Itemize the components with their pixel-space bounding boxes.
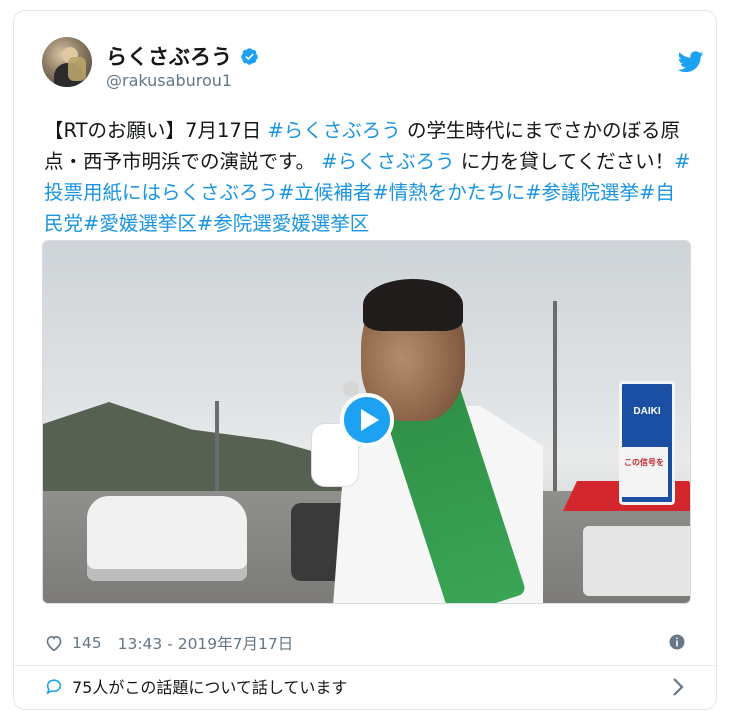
hashtag-link[interactable]: #らくさぶろう — [321, 150, 454, 173]
truck — [583, 526, 690, 596]
info-icon[interactable] — [668, 633, 686, 651]
utility-pole — [553, 301, 557, 511]
white-car — [87, 496, 247, 581]
display-name[interactable]: らくさぶろう — [106, 41, 259, 71]
reply-bubble-icon — [46, 678, 62, 694]
verified-badge-icon — [241, 47, 258, 65]
avatar[interactable] — [42, 37, 92, 87]
hashtag-link[interactable]: #愛媛選挙区 — [83, 212, 197, 235]
replies-text[interactable]: 75人がこの話題について話しています — [72, 674, 347, 698]
heart-icon[interactable] — [44, 634, 64, 652]
tweet-card: らくさぶろう @rakusaburou1 【RTのお願い】7月17日 #らくさぶ… — [13, 10, 717, 710]
chevron-right-icon[interactable] — [670, 675, 686, 699]
tweet-text: 【RTのお願い】7月17日 #らくさぶろう の学生時代にまでさかのぼる原点・西予… — [44, 115, 694, 239]
twitter-bird-icon[interactable] — [678, 51, 704, 73]
user-handle[interactable]: @rakusaburou1 — [106, 71, 232, 90]
sign-text-top: DAIKI — [633, 406, 661, 417]
sign-text-bottom: この信号を — [624, 458, 664, 467]
divider — [14, 665, 716, 666]
like-count[interactable]: 145 — [72, 634, 102, 652]
play-button[interactable] — [340, 393, 394, 447]
display-name-text[interactable]: らくさぶろう — [106, 41, 232, 71]
road-sign: この信号を — [620, 447, 668, 497]
tweet-text-3: に力を貸してください！ — [454, 150, 675, 173]
tweet-meta: 145 13:43 - 2019年7月17日 — [44, 631, 293, 655]
tweet-text-1: 【RTのお願い】7月17日 — [44, 119, 268, 142]
timestamp[interactable]: 13:43 - 2019年7月17日 — [118, 632, 294, 654]
conversation-link[interactable]: 75人がこの話題について話しています — [44, 674, 347, 698]
hashtag-link[interactable]: #参院選愛媛選挙区 — [197, 212, 369, 235]
hashtag-link[interactable]: #立候補者 — [278, 181, 372, 204]
video-player[interactable]: DAIKI この信号を — [42, 240, 691, 604]
speaker-hair — [363, 279, 463, 331]
hashtag-link[interactable]: #情熱をかたちに — [372, 181, 525, 204]
hashtag-link[interactable]: #らくさぶろう — [267, 119, 400, 142]
play-icon — [360, 409, 379, 431]
hashtag-link[interactable]: #参議院選挙 — [525, 181, 639, 204]
